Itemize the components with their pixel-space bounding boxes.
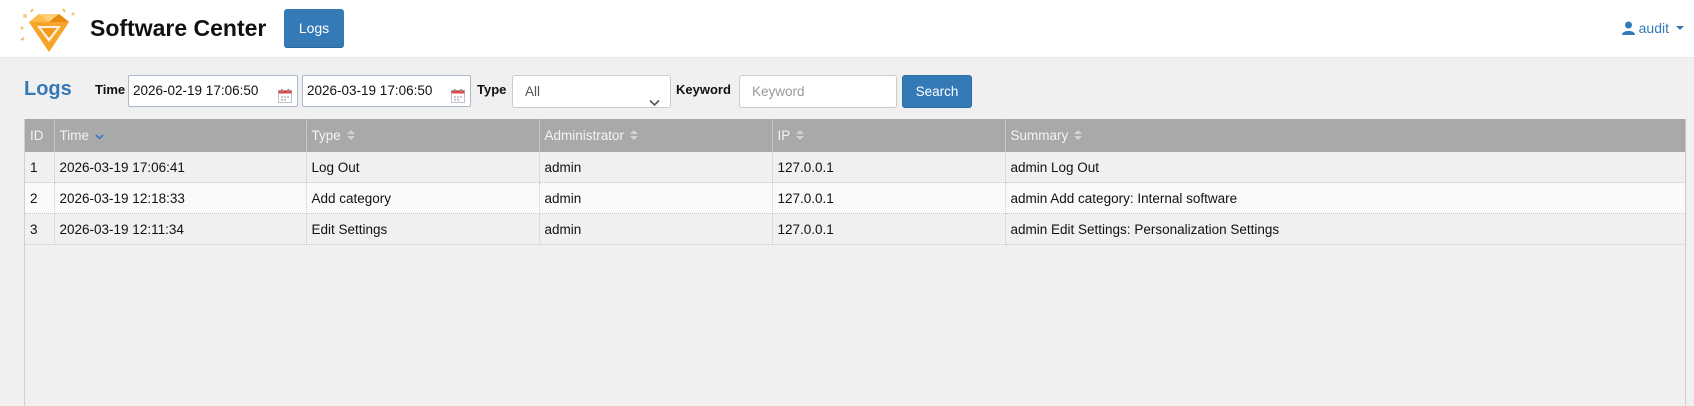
page-title: Logs: [24, 78, 72, 100]
time-from-input[interactable]: 2026-02-19 17:06:50: [128, 75, 298, 107]
top-navbar: Software Center Logs audit: [0, 0, 1694, 58]
table-header-row: ID Time Type Administrator IP Summary: [25, 119, 1686, 152]
time-to-value: 2026-03-19 17:06:50: [307, 83, 433, 98]
table-row[interactable]: 2 2026-03-19 12:18:33 Add category admin…: [25, 182, 1686, 214]
keyword-label: Keyword: [676, 82, 731, 97]
column-header-id[interactable]: ID: [25, 119, 55, 152]
cell-time: 2026-03-19 12:18:33: [54, 182, 307, 214]
user-name: audit: [1638, 20, 1669, 36]
cell-ip: 127.0.0.1: [772, 152, 1006, 183]
sort-icon: [629, 128, 638, 143]
diamond-logo-icon[interactable]: [19, 8, 79, 56]
chevron-down-icon: [1676, 26, 1684, 30]
cell-ip: 127.0.0.1: [772, 213, 1006, 245]
column-header-time[interactable]: Time: [54, 119, 307, 152]
sort-icon: [346, 128, 355, 143]
nav-logs-button[interactable]: Logs: [284, 9, 344, 48]
cell-type: Add category: [306, 182, 540, 214]
column-header-summary[interactable]: Summary: [1005, 119, 1686, 152]
cell-summary: admin Log Out: [1005, 152, 1686, 183]
sort-descending-icon: [95, 128, 104, 143]
cell-administrator: admin: [539, 213, 773, 245]
cell-administrator: admin: [539, 182, 773, 214]
calendar-icon[interactable]: [278, 84, 292, 114]
cell-time: 2026-03-19 12:11:34: [54, 213, 307, 245]
column-header-administrator[interactable]: Administrator: [539, 119, 773, 152]
table-row[interactable]: 1 2026-03-19 17:06:41 Log Out admin 127.…: [25, 152, 1686, 183]
time-label: Time: [95, 82, 126, 97]
chevron-down-icon: [649, 87, 660, 118]
column-header-ip[interactable]: IP: [772, 119, 1006, 152]
cell-type: Edit Settings: [306, 213, 540, 245]
cell-ip: 127.0.0.1: [772, 182, 1006, 214]
cell-summary: admin Edit Settings: Personalization Set…: [1005, 213, 1686, 245]
app-title: Software Center: [90, 15, 267, 41]
user-icon: [1621, 21, 1635, 35]
calendar-icon[interactable]: [451, 84, 465, 114]
sort-icon: [795, 128, 804, 143]
cell-administrator: admin: [539, 152, 773, 183]
column-header-type[interactable]: Type: [306, 119, 540, 152]
cell-id: 1: [25, 152, 55, 183]
type-label: Type: [477, 82, 507, 97]
keyword-input[interactable]: [739, 75, 897, 108]
type-select[interactable]: All: [512, 75, 671, 108]
search-button[interactable]: Search: [902, 75, 972, 108]
cell-id: 3: [25, 213, 55, 245]
table-row[interactable]: 3 2026-03-19 12:11:34 Edit Settings admi…: [25, 213, 1686, 245]
cell-summary: admin Add category: Internal software: [1005, 182, 1686, 214]
cell-type: Log Out: [306, 152, 540, 183]
cell-time: 2026-03-19 17:06:41: [54, 152, 307, 183]
time-to-input[interactable]: 2026-03-19 17:06:50: [302, 75, 471, 107]
type-select-value: All: [525, 84, 541, 99]
cell-id: 2: [25, 182, 55, 214]
time-from-value: 2026-02-19 17:06:50: [133, 83, 259, 98]
user-menu[interactable]: audit: [1621, 20, 1684, 36]
sort-icon: [1074, 128, 1083, 143]
logs-table: ID Time Type Administrator IP Summary 1 …: [24, 119, 1686, 406]
